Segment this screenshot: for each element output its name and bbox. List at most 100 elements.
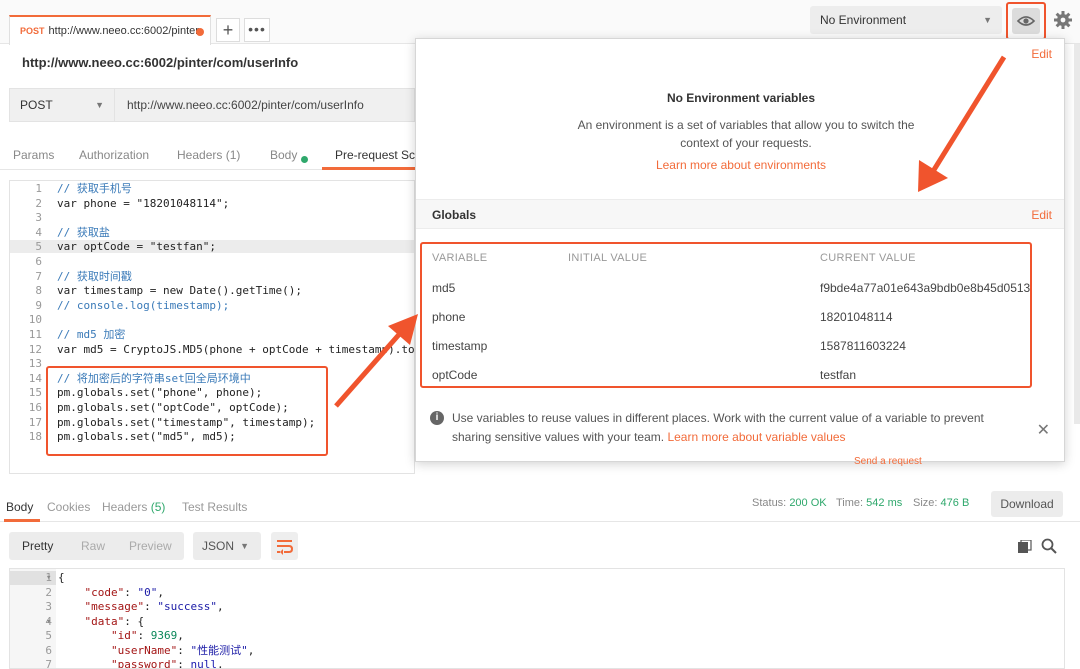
- search-icon[interactable]: [1041, 538, 1057, 554]
- json-key: "id": [110, 629, 138, 642]
- close-icon[interactable]: ✕: [1037, 420, 1050, 440]
- line-number: 14: [28, 371, 42, 385]
- body-status-dot-icon: [301, 156, 309, 163]
- line-number: 17: [28, 415, 42, 429]
- variable-current-value: 1587811603224: [820, 339, 906, 353]
- variable-current-value: 18201048114: [820, 310, 893, 324]
- environment-edit-link[interactable]: Edit: [1031, 47, 1052, 61]
- json-key: "password": [110, 658, 178, 669]
- tab-body-label: Body: [270, 148, 298, 162]
- tab-body[interactable]: Body: [270, 148, 309, 163]
- json-content: "message": "success",: [58, 600, 224, 614]
- tab-params[interactable]: Params: [13, 148, 54, 162]
- language-select[interactable]: JSON ▼: [193, 532, 261, 560]
- request-tab[interactable]: POST http://www.neeo.cc:6002/pinter: [9, 15, 211, 45]
- code-line: 11 // md5 加密: [10, 328, 414, 341]
- chevron-down-icon: ▼: [240, 541, 249, 551]
- json-key: "message": [84, 600, 145, 613]
- fold-toggle-icon[interactable]: ▾: [46, 615, 51, 629]
- json-punctuation: ,: [216, 658, 224, 669]
- globals-title: Globals: [432, 208, 477, 222]
- code-line: 3: [10, 211, 414, 224]
- tab-authorization[interactable]: Authorization: [79, 148, 149, 162]
- json-key: "code": [84, 585, 125, 599]
- code-text: // 获取手机号: [57, 182, 132, 195]
- response-tab-headers[interactable]: Headers (5): [102, 500, 165, 514]
- json-content: "password": null,: [58, 658, 224, 669]
- code-text: // 获取时间戳: [57, 269, 132, 283]
- variable-name: timestamp: [432, 339, 488, 353]
- globals-edit-link[interactable]: Edit: [1031, 208, 1052, 222]
- environment-select[interactable]: No Environment ▼: [810, 6, 1002, 34]
- wrap-lines-button[interactable]: [271, 532, 298, 560]
- add-tab-button[interactable]: +: [216, 18, 240, 42]
- variables-info-message: i Use variables to reuse values in diffe…: [430, 409, 1010, 447]
- response-tab-body[interactable]: Body: [6, 500, 33, 514]
- tab-method-badge: POST: [20, 26, 45, 36]
- response-tab-headers-count: (5): [150, 500, 166, 514]
- json-value: "性能测试": [190, 643, 248, 657]
- response-body-editor[interactable]: 1 ▾{2 "code": "0", 3 "message": "success",…: [9, 568, 1065, 669]
- format-preview-button[interactable]: Preview: [129, 539, 172, 553]
- format-pretty-button[interactable]: Pretty: [22, 539, 53, 553]
- scrollbar[interactable]: [1074, 44, 1080, 424]
- request-tabs: Params Authorization Headers (1) Body Pr…: [0, 140, 419, 170]
- json-value: "success": [157, 600, 217, 613]
- code-text: // console.log(timestamp);: [57, 298, 230, 312]
- response-status: Status: 200 OK: [752, 497, 827, 509]
- size-label: Size:: [913, 497, 938, 509]
- code-line: 9 // console.log(timestamp);: [10, 298, 414, 312]
- line-number: 16: [28, 401, 42, 414]
- line-number: 2: [45, 585, 52, 599]
- download-button[interactable]: Download: [991, 491, 1063, 517]
- json-value: null: [190, 658, 217, 669]
- line-number: 2: [35, 196, 42, 210]
- response-format-bar: Pretty Raw Preview: [9, 532, 184, 560]
- line-number: 9: [35, 298, 42, 312]
- wrap-lines-icon: [277, 540, 294, 555]
- format-raw-button[interactable]: Raw: [81, 539, 105, 553]
- gear-icon[interactable]: [1053, 10, 1073, 30]
- popover-description: An environment is a set of variables tha…: [577, 118, 915, 150]
- response-line: 7 "password": null,: [10, 658, 1064, 669]
- method-select[interactable]: POST ▼: [9, 88, 115, 122]
- status-label: Status:: [752, 497, 787, 509]
- line-number: 5: [35, 240, 42, 254]
- url-input[interactable]: http://www.neeo.cc:6002/pinter/com/userI…: [115, 88, 415, 122]
- response-line: 2 "code": "0",: [10, 585, 1064, 600]
- chevron-down-icon: ▼: [95, 100, 104, 110]
- active-tab-indicator: [322, 167, 415, 170]
- response-line: 1 ▾{: [10, 571, 1064, 585]
- time-label: Time:: [836, 497, 864, 509]
- line-number: 11: [28, 328, 42, 341]
- tab-prerequest-script[interactable]: Pre-request Scr: [335, 148, 419, 162]
- copy-icon[interactable]: [1018, 540, 1032, 553]
- response-tab-test-results[interactable]: Test Results: [182, 500, 247, 514]
- code-text: var optCode = "testfan";: [57, 240, 216, 254]
- line-number: 6: [45, 643, 52, 657]
- line-number: 15: [28, 386, 42, 400]
- globals-variable-table: VARIABLE INITIAL VALUE CURRENT VALUE md5…: [420, 242, 1032, 388]
- variable-name: md5: [432, 281, 456, 295]
- variable-name: phone: [432, 310, 466, 324]
- language-value: JSON: [202, 539, 235, 553]
- response-line: 6 "userName": "性能测试",: [10, 643, 1064, 658]
- code-text: var phone = "18201048114";: [57, 196, 230, 210]
- active-tab-indicator: [4, 519, 40, 522]
- code-line: 6: [10, 255, 414, 268]
- learn-more-variable-values-link[interactable]: Learn more about variable values: [667, 430, 845, 444]
- code-line: 12 var md5 = CryptoJS.MD5(phone + optCode…: [10, 343, 414, 356]
- response-tab-cookies[interactable]: Cookies: [47, 500, 90, 514]
- tab-headers[interactable]: Headers (1): [177, 148, 240, 162]
- tab-url: http://www.neeo.cc:6002/pinter: [48, 25, 199, 37]
- response-line: 3 "message": "success",: [10, 600, 1064, 614]
- more-tabs-button[interactable]: •••: [244, 18, 270, 42]
- send-request-link[interactable]: Send a request: [854, 456, 922, 467]
- fold-toggle-icon[interactable]: ▾: [46, 571, 51, 585]
- info-icon: i: [430, 411, 444, 425]
- learn-more-environments-link[interactable]: Learn more about environments: [416, 158, 1066, 172]
- response-size: Size: 476 B: [913, 497, 969, 509]
